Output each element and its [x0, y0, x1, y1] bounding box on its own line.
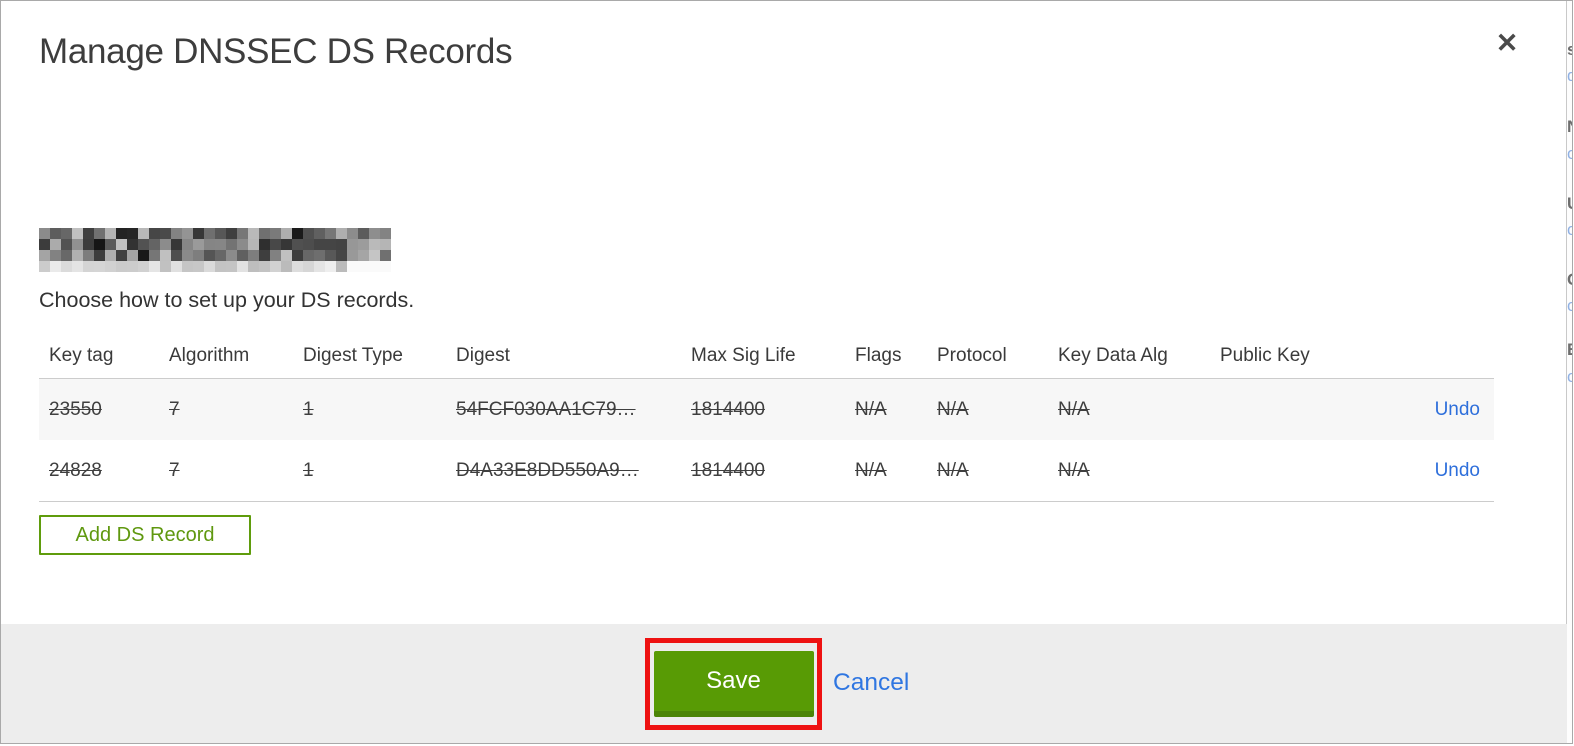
ds-records-table: Key tag Algorithm Digest Type Digest Max… [39, 333, 1494, 502]
column-header-digest-type: Digest Type [303, 344, 403, 366]
column-header-flags: Flags [855, 344, 902, 366]
cell-key-data-alg: N/A [1058, 398, 1090, 420]
cell-digest: D4A33E8DD550A9… [456, 459, 639, 481]
column-header-algorithm: Algorithm [169, 344, 250, 366]
column-header-protocol: Protocol [937, 344, 1007, 366]
edge-text-fragment: C [1567, 271, 1572, 288]
cell-digest: 54FCF030AA1C79… [456, 398, 636, 420]
redacted-domain-name [39, 228, 391, 272]
edge-text-fragment: o [1567, 368, 1572, 385]
edge-text-fragment: o [1567, 297, 1572, 314]
edge-text-fragment: o [1567, 145, 1572, 162]
cell-digest-type: 1 [303, 459, 314, 481]
column-header-digest: Digest [456, 344, 510, 366]
edge-text-fragment: U [1567, 195, 1572, 212]
add-ds-record-button[interactable]: Add DS Record [39, 515, 251, 555]
cell-key-tag: 24828 [49, 459, 102, 481]
cell-flags: N/A [855, 459, 887, 481]
dnssec-modal: Manage DNSSEC DS Records ✕ Choose how to… [1, 1, 1567, 743]
cell-key-data-alg: N/A [1058, 459, 1090, 481]
edge-text-fragment: N [1567, 118, 1572, 135]
cell-protocol: N/A [937, 459, 969, 481]
table-row: 24828 7 1 D4A33E8DD550A9… 1814400 N/A N/… [39, 440, 1494, 502]
cancel-link[interactable]: Cancel [833, 669, 909, 697]
close-icon: ✕ [1495, 27, 1519, 58]
screenshot-frame: Manage DNSSEC DS Records ✕ Choose how to… [0, 0, 1574, 746]
undo-link[interactable]: Undo [1435, 460, 1480, 481]
cell-max-sig-life: 1814400 [691, 459, 765, 481]
edge-text-fragment: s [1567, 41, 1572, 58]
column-header-max-sig-life: Max Sig Life [691, 344, 796, 366]
cell-key-tag: 23550 [49, 398, 102, 420]
close-button[interactable]: ✕ [1487, 23, 1527, 63]
edge-text-fragment: E [1567, 341, 1572, 358]
table-header-row: Key tag Algorithm Digest Type Digest Max… [39, 333, 1494, 378]
cell-max-sig-life: 1814400 [691, 398, 765, 420]
column-header-public-key: Public Key [1220, 344, 1310, 366]
annotation-highlight-box: Save [645, 638, 822, 730]
column-header-key-data-alg: Key Data Alg [1058, 344, 1168, 366]
undo-link[interactable]: Undo [1435, 399, 1480, 420]
subtitle: Choose how to set up your DS records. [39, 288, 415, 312]
cell-algorithm: 7 [169, 398, 180, 420]
save-button[interactable]: Save [653, 651, 814, 717]
table-row: 23550 7 1 54FCF030AA1C79… 1814400 N/A N/… [39, 378, 1494, 440]
modal-footer: Save Cancel [1, 624, 1567, 743]
column-header-key-tag: Key tag [49, 344, 114, 366]
cell-digest-type: 1 [303, 398, 314, 420]
edge-text-fragment: d [1567, 67, 1572, 84]
page-window: Manage DNSSEC DS Records ✕ Choose how to… [0, 0, 1573, 744]
edge-text-fragment: o [1567, 221, 1572, 238]
modal-title: Manage DNSSEC DS Records [39, 32, 513, 71]
cell-algorithm: 7 [169, 459, 180, 481]
cell-protocol: N/A [937, 398, 969, 420]
cell-flags: N/A [855, 398, 887, 420]
background-page-edge: s d N o U o C o E o [1567, 1, 1572, 743]
